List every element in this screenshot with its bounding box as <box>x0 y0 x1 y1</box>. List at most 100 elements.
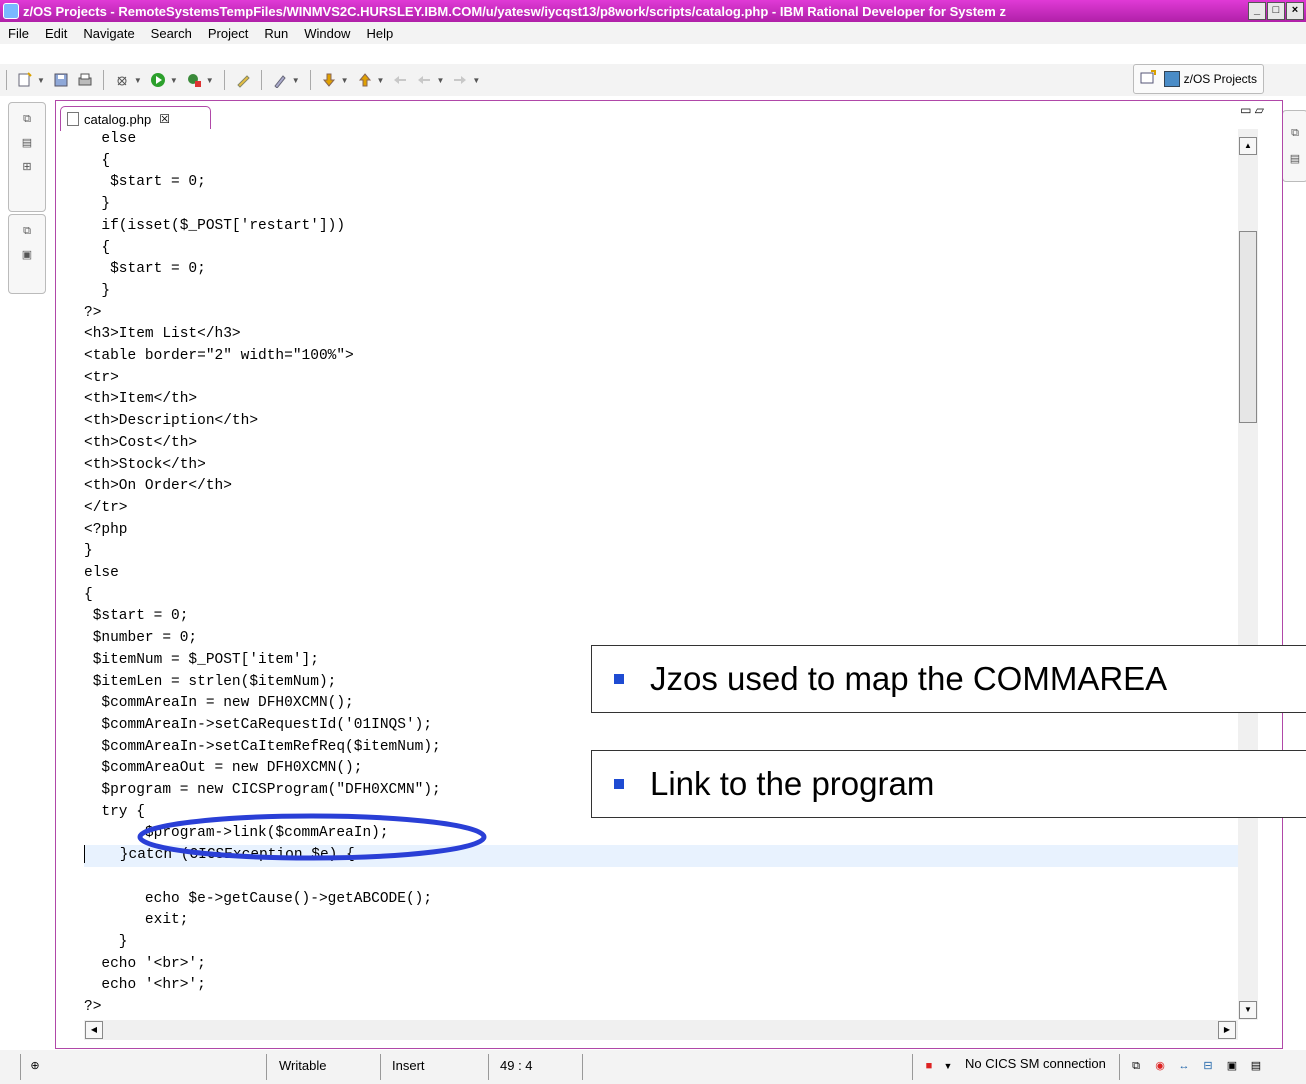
restore-icon[interactable]: ⧉ <box>19 111 35 127</box>
new-icon[interactable] <box>16 71 34 89</box>
status-separator <box>1119 1054 1120 1080</box>
horizontal-scrollbar[interactable]: ◀ ▶ <box>84 1020 1238 1040</box>
scroll-down-icon[interactable]: ▼ <box>1239 1001 1257 1019</box>
code-line[interactable]: if(isset($_POST['restart'])) <box>84 216 1238 238</box>
minimize-maximize-icons[interactable]: ▭ ▱ <box>1240 103 1264 117</box>
vertical-scrollbar[interactable]: ▲ ▼ <box>1238 129 1258 1020</box>
code-line[interactable]: ?> <box>84 997 1238 1019</box>
menu-help[interactable]: Help <box>358 26 401 41</box>
code-line[interactable]: exit; <box>84 910 1238 932</box>
open-perspective-icon[interactable] <box>1140 69 1156 89</box>
restore-icon[interactable]: ⧉ <box>19 223 35 239</box>
restore-icon[interactable]: ⧉ <box>1129 1059 1143 1073</box>
toolbar-separator <box>223 70 225 90</box>
console-icon[interactable]: ▣ <box>1225 1059 1239 1073</box>
menu-file[interactable]: File <box>0 26 37 41</box>
code-line[interactable]: <?php <box>84 520 1238 542</box>
debug-dropdown-icon[interactable]: ▼ <box>134 76 142 85</box>
tasks-icon[interactable]: ▤ <box>1287 151 1303 167</box>
properties-icon[interactable]: ▤ <box>1249 1059 1263 1073</box>
code-line[interactable]: ?> <box>84 303 1238 325</box>
code-line[interactable]: <th>Item</th> <box>84 389 1238 411</box>
code-line[interactable]: $commAreaIn->setCaRequestId('01INQS'); <box>84 715 1238 737</box>
error-log-icon[interactable]: ◉ <box>1153 1059 1167 1073</box>
debug-icon[interactable] <box>113 71 131 89</box>
close-icon[interactable]: ☒ <box>159 112 170 126</box>
sync-icon[interactable]: ↔ <box>1177 1059 1191 1073</box>
callout-bullet <box>614 674 624 684</box>
brush-dropdown-icon[interactable]: ▼ <box>292 76 300 85</box>
menu-project[interactable]: Project <box>200 26 256 41</box>
code-line[interactable]: <th>Stock</th> <box>84 455 1238 477</box>
forward-icon[interactable] <box>451 71 469 89</box>
run-icon[interactable] <box>149 71 167 89</box>
scroll-up-icon[interactable]: ▲ <box>1239 137 1257 155</box>
menu-search[interactable]: Search <box>143 26 200 41</box>
cics-dropdown-icon[interactable]: ▼ <box>941 1059 955 1073</box>
code-line[interactable]: else <box>84 129 1238 151</box>
print-icon[interactable] <box>76 71 94 89</box>
code-area[interactable]: else { $start = 0; } if(isset($_POST['re… <box>84 129 1238 1020</box>
code-line[interactable]: else <box>84 563 1238 585</box>
maximize-button[interactable]: □ <box>1267 2 1285 20</box>
perspective-switcher[interactable]: z/OS Projects <box>1132 64 1264 94</box>
code-line[interactable]: { <box>84 585 1238 607</box>
scroll-left-icon[interactable]: ◀ <box>85 1021 103 1039</box>
previous-annotation-icon[interactable] <box>356 71 374 89</box>
code-line[interactable]: <h3>Item List</h3> <box>84 324 1238 346</box>
code-line[interactable]: $start = 0; <box>84 259 1238 281</box>
properties-icon[interactable]: ▣ <box>19 247 35 263</box>
code-line[interactable]: { <box>84 238 1238 260</box>
status-separator <box>266 1054 267 1080</box>
outline-icon[interactable]: ⊞ <box>19 159 35 175</box>
back-dropdown-icon[interactable]: ▼ <box>436 76 444 85</box>
menu-navigate[interactable]: Navigate <box>75 26 142 41</box>
next-annotation-icon[interactable] <box>320 71 338 89</box>
toolbar-separator <box>260 70 262 90</box>
code-line[interactable]: $start = 0; <box>84 172 1238 194</box>
code-line[interactable]: <th>Cost</th> <box>84 433 1238 455</box>
code-line[interactable]: <th>On Order</th> <box>84 476 1238 498</box>
code-line[interactable]: $start = 0; <box>84 606 1238 628</box>
code-line[interactable]: echo '<br>'; <box>84 954 1238 976</box>
code-line[interactable]: <table border="2" width="100%"> <box>84 346 1238 368</box>
code-line[interactable]: <th>Description</th> <box>84 411 1238 433</box>
edit-icon[interactable] <box>234 71 252 89</box>
menu-run[interactable]: Run <box>256 26 296 41</box>
run-dropdown-icon[interactable]: ▼ <box>170 76 178 85</box>
new-dropdown-icon[interactable]: ▼ <box>37 76 45 85</box>
next-annotation-dropdown-icon[interactable]: ▼ <box>341 76 349 85</box>
menu-window[interactable]: Window <box>296 26 358 41</box>
save-icon[interactable] <box>52 71 70 89</box>
close-window-button[interactable]: × <box>1286 2 1304 20</box>
forward-dropdown-icon[interactable]: ▼ <box>472 76 480 85</box>
fast-view-icon[interactable]: ⊕ <box>28 1059 42 1073</box>
brush-icon[interactable] <box>271 71 289 89</box>
status-separator <box>582 1054 583 1080</box>
previous-annotation-dropdown-icon[interactable]: ▼ <box>377 76 385 85</box>
code-line[interactable]: echo '<hr>'; <box>84 975 1238 997</box>
remote-systems-icon[interactable]: ▤ <box>19 135 35 151</box>
stop-icon[interactable]: ■ <box>922 1059 936 1073</box>
minimize-button[interactable]: _ <box>1248 2 1266 20</box>
tab-catalog-php[interactable]: catalog.php ☒ <box>60 106 211 131</box>
restore-icon[interactable]: ⧉ <box>1287 125 1303 141</box>
code-line[interactable]: } <box>84 281 1238 303</box>
status-cursor-position: 49 : 4 <box>500 1058 533 1073</box>
scroll-right-icon[interactable]: ▶ <box>1218 1021 1236 1039</box>
code-line[interactable]: } <box>84 932 1238 954</box>
code-line[interactable]: } <box>84 541 1238 563</box>
external-tools-icon[interactable] <box>185 71 203 89</box>
code-line[interactable]: } <box>84 194 1238 216</box>
code-line[interactable]: echo $e->getCause()->getABCODE(); <box>84 889 1238 911</box>
code-line[interactable] <box>84 867 1238 889</box>
scroll-thumb[interactable] <box>1239 231 1257 423</box>
external-tools-dropdown-icon[interactable]: ▼ <box>206 76 214 85</box>
menu-edit[interactable]: Edit <box>37 26 75 41</box>
back-icon[interactable] <box>415 71 433 89</box>
code-line[interactable]: </tr> <box>84 498 1238 520</box>
code-line[interactable]: <tr> <box>84 368 1238 390</box>
code-line[interactable]: { <box>84 151 1238 173</box>
last-edit-icon[interactable] <box>391 71 409 89</box>
hierarchy-icon[interactable]: ⊟ <box>1201 1059 1215 1073</box>
